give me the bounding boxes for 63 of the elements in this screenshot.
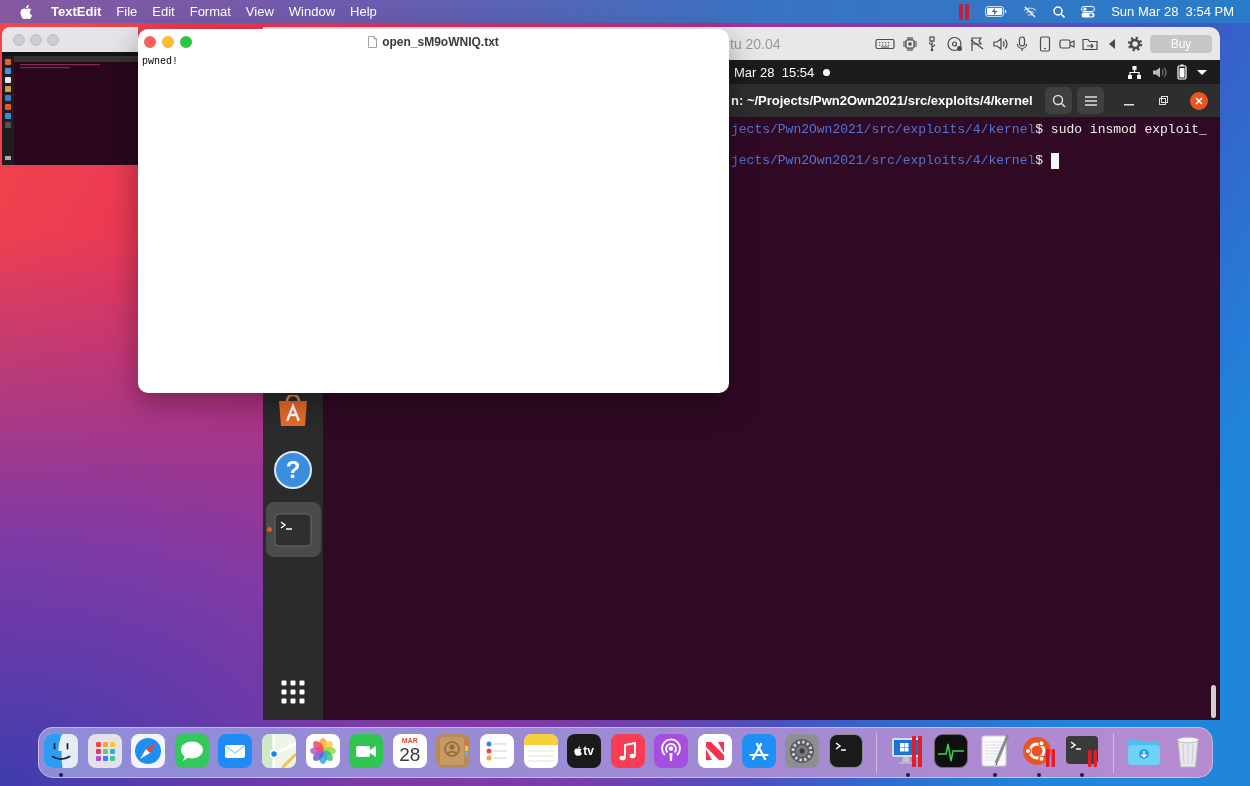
restore-icon[interactable] [1159, 96, 1168, 105]
battery-icon[interactable] [1177, 64, 1187, 80]
smiling-face-icon[interactable] [44, 734, 78, 768]
menu-item[interactable]: Help [350, 5, 377, 18]
menu-item[interactable]: File [116, 5, 138, 18]
terminal-line: jects/Pwn2Own2021/src/exploits/4/kernel$ sudo insmod exploit_ [731, 121, 1207, 138]
checklist-icon[interactable] [479, 734, 514, 768]
monitor-icon[interactable] [890, 734, 925, 768]
envelope-icon[interactable] [218, 734, 253, 768]
flag-icon[interactable] [969, 35, 985, 52]
apple-icon [574, 746, 583, 756]
window-title: n: ~/Projects/Pwn2Own2021/src/exploits/4/kernel [731, 94, 1033, 107]
search-button[interactable] [1045, 87, 1072, 114]
menu-item[interactable]: View [245, 5, 274, 18]
wifi-off-icon[interactable] [1023, 5, 1038, 18]
search-icon[interactable] [1053, 5, 1066, 18]
notification-dot-icon [823, 68, 831, 76]
network-icon[interactable] [1127, 64, 1142, 80]
menu-item[interactable]: Format [189, 5, 231, 18]
window-title: tu 20.04 [730, 36, 781, 51]
microphone-signal-icon[interactable] [654, 734, 689, 768]
menu-button[interactable] [1077, 87, 1104, 114]
menu-icon [1084, 95, 1097, 106]
clock-text[interactable]: Mar 28 15:54 [734, 65, 815, 79]
close-icon[interactable] [1190, 91, 1208, 110]
caret-down-icon[interactable] [1197, 69, 1207, 75]
terminal-icon [274, 512, 312, 547]
music-note-icon[interactable] [610, 734, 645, 768]
ring-dots-icon[interactable] [1021, 734, 1056, 768]
menu-item[interactable]: Window [288, 5, 336, 18]
disc-icon[interactable] [946, 35, 963, 52]
toggles-icon[interactable] [1081, 5, 1096, 18]
letter-a-icon[interactable] [741, 734, 776, 768]
speech-bubble-icon[interactable] [174, 734, 209, 768]
scrollbar-thumb[interactable] [1211, 685, 1216, 718]
letter-n-icon[interactable] [697, 734, 732, 768]
window-title: open_sM9oWNIQ.txt [382, 36, 499, 48]
battery-charging-icon[interactable] [985, 6, 1008, 17]
document-text: pwned! [142, 56, 178, 68]
minimize-icon[interactable] [1124, 103, 1134, 106]
map-icon[interactable] [261, 734, 296, 768]
terminal-icon[interactable] [1065, 734, 1100, 768]
app-menu[interactable]: TextEdit [51, 5, 102, 18]
document-icon [368, 36, 378, 48]
tv-icon[interactable]: tv [567, 734, 602, 768]
speaker-icon[interactable] [991, 35, 1008, 52]
notepad-icon[interactable] [523, 734, 558, 768]
gear-icon[interactable] [785, 734, 820, 768]
help-icon[interactable]: ? [274, 450, 312, 489]
chip-icon[interactable] [901, 35, 918, 52]
gear-icon[interactable] [1126, 35, 1143, 52]
terminal-icon[interactable] [828, 734, 863, 768]
clock-text[interactable]: Sun Mar 28 3:54 PM [1111, 5, 1234, 18]
microphone-icon[interactable] [1014, 35, 1030, 52]
pulse-graph-icon[interactable] [934, 734, 969, 768]
menu-item[interactable]: Edit [152, 5, 175, 18]
video-camera-icon[interactable] [349, 734, 384, 768]
search-icon [1051, 93, 1066, 108]
app-grid-icon[interactable] [281, 680, 305, 704]
compass-icon[interactable] [131, 734, 166, 768]
terminal-line: jects/Pwn2Own2021/src/exploits/4/kernel$ [731, 152, 1044, 169]
apple-icon[interactable] [20, 4, 32, 19]
flower-icon[interactable] [305, 734, 340, 768]
